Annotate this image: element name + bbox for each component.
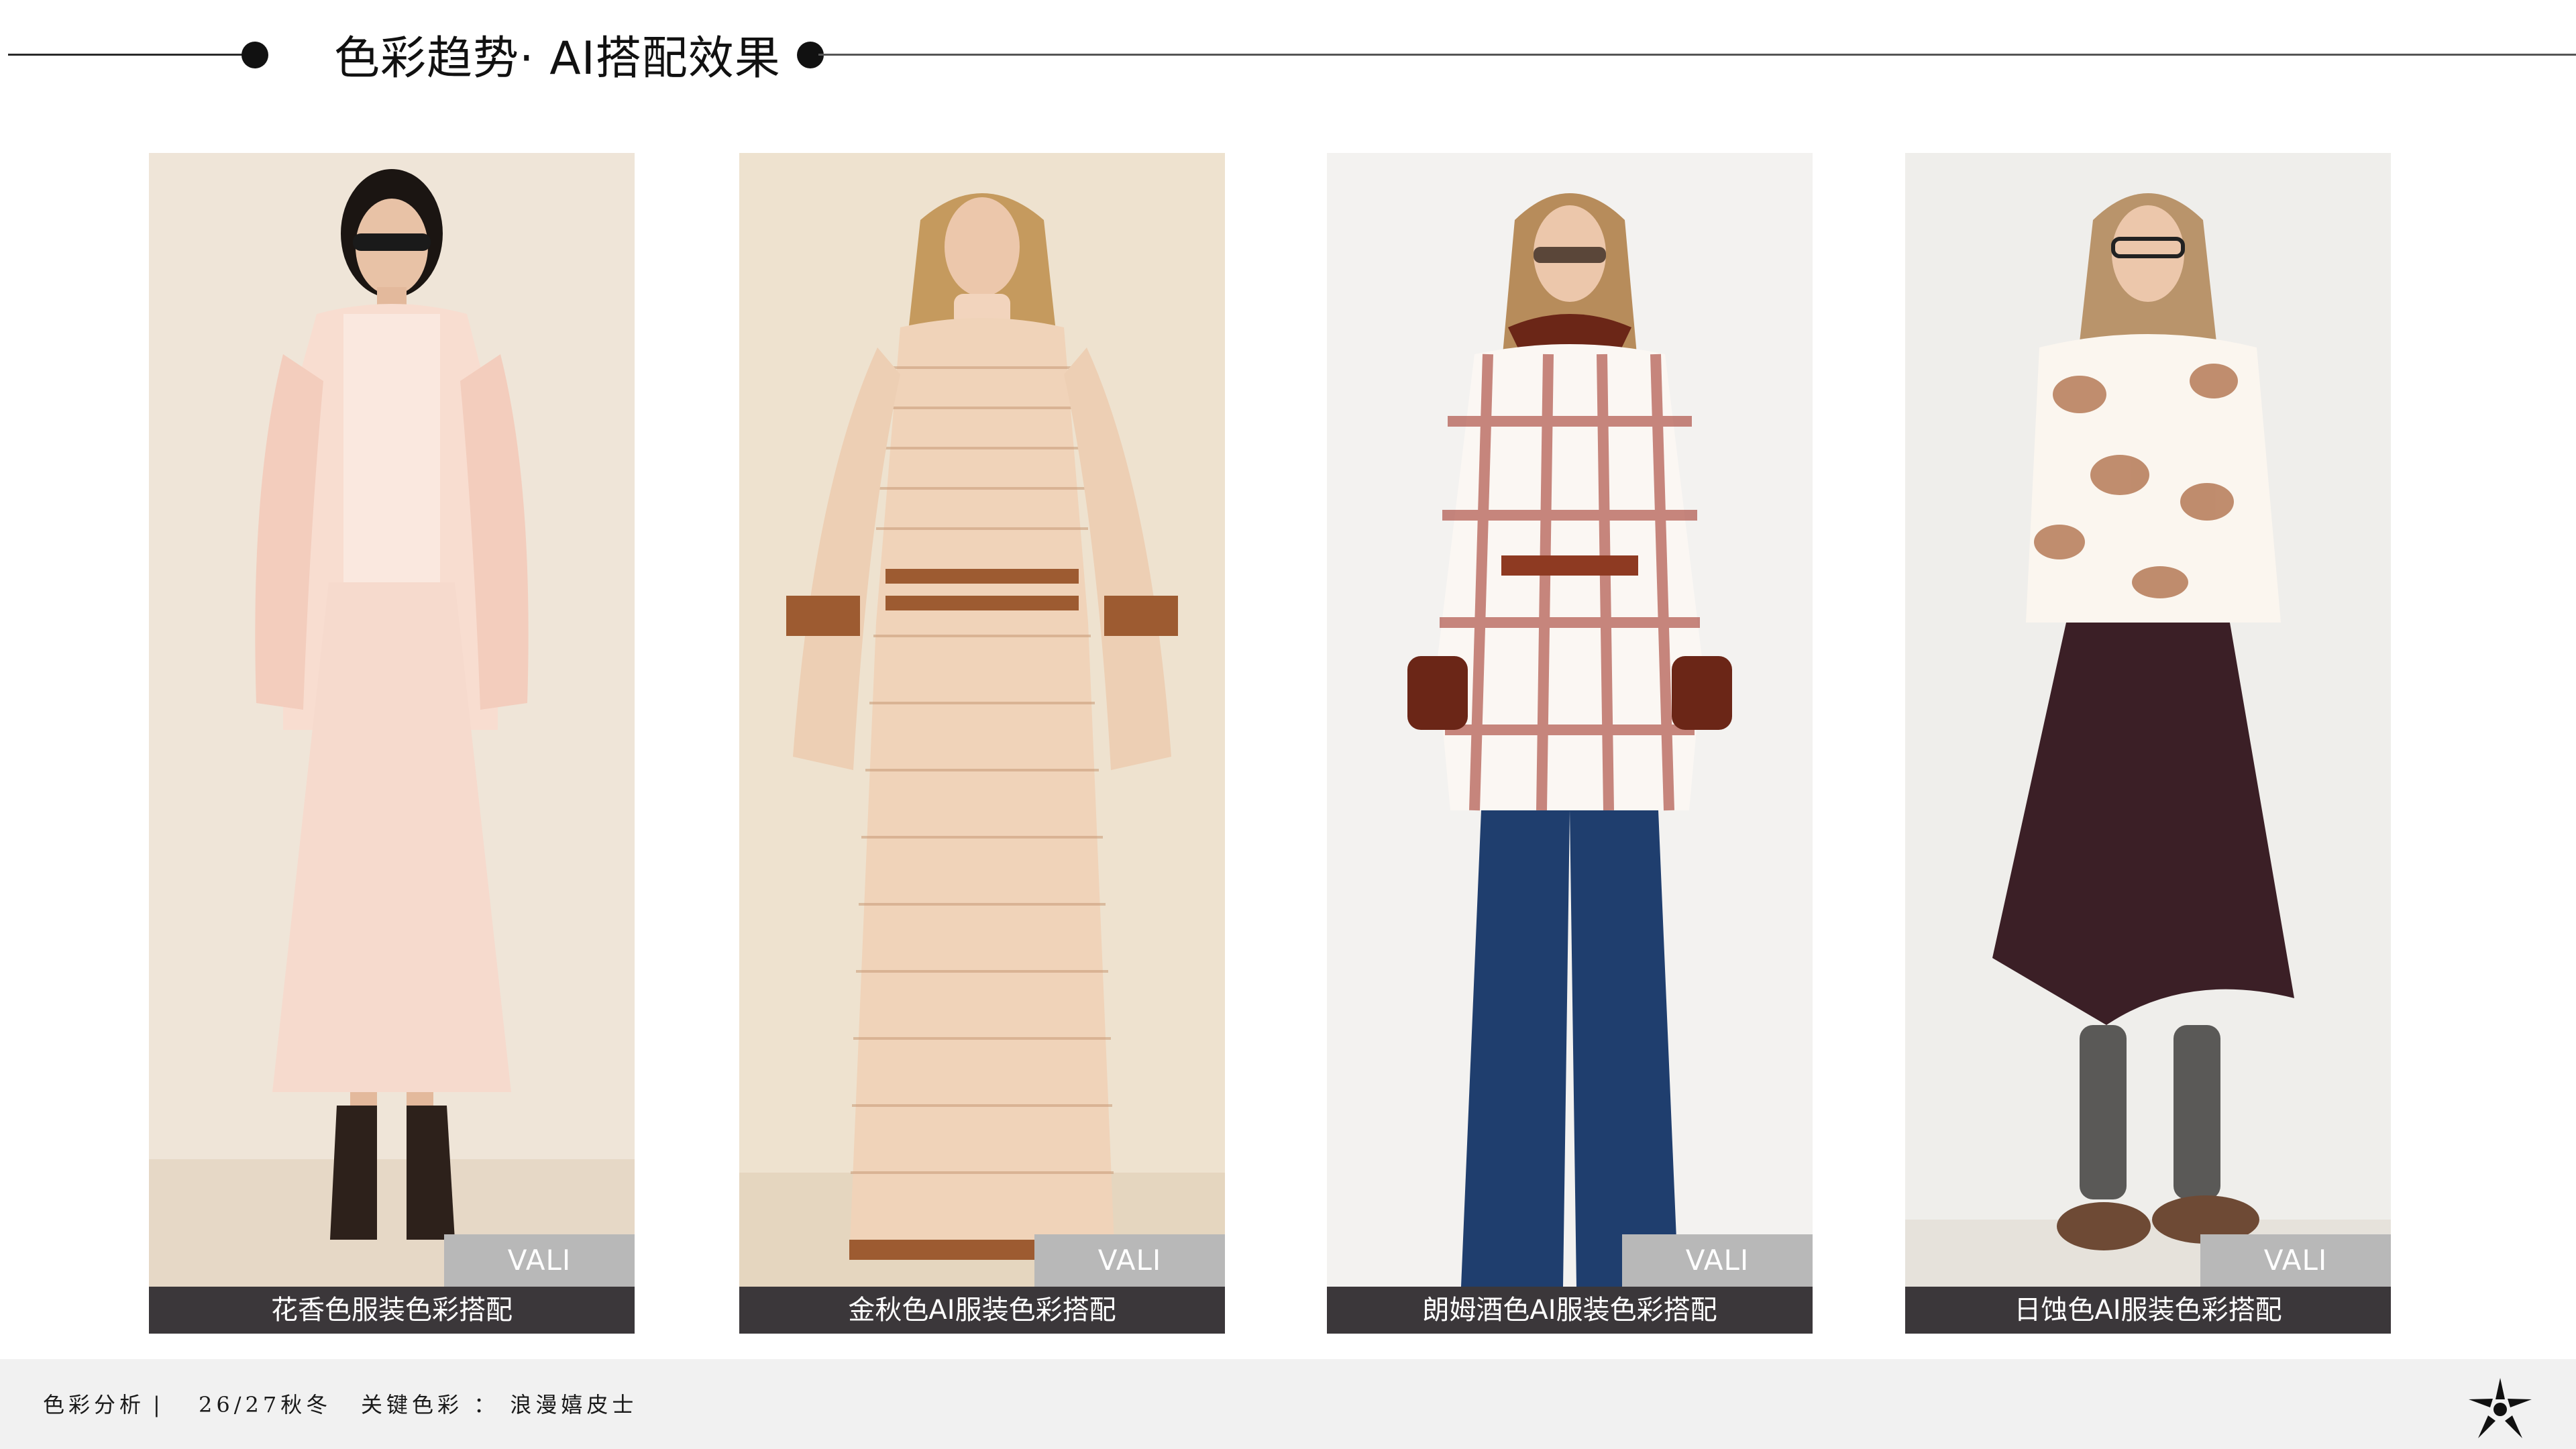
page-title: 色彩趋势· AI搭配效果 xyxy=(334,32,781,85)
outfit-photo-rum xyxy=(1327,153,1813,1287)
brand-badge: VALI xyxy=(2200,1234,2391,1287)
card-caption: 日蚀色AI服装色彩搭配 xyxy=(1905,1287,2391,1334)
footer-bar: 色彩分析 | 26/27秋冬 关键色彩 ： 浪漫嬉皮士 xyxy=(0,1359,2576,1449)
model-illustration-floral xyxy=(149,153,635,1287)
card-caption: 花香色服装色彩搭配 xyxy=(149,1287,635,1334)
footer-season: 26/27秋冬 xyxy=(199,1392,332,1417)
footer-keyword: 关键色彩 ： 浪漫嬉皮士 xyxy=(361,1392,638,1417)
card-caption: 朗姆酒色AI服装色彩搭配 xyxy=(1327,1287,1813,1334)
card-caption: 金秋色AI服装色彩搭配 xyxy=(739,1287,1225,1334)
model-illustration-rum xyxy=(1327,153,1813,1287)
header-dot-left xyxy=(241,42,268,68)
brand-badge: VALI xyxy=(1034,1234,1225,1287)
header-rule-right xyxy=(818,54,2576,56)
model-illustration-eclipse xyxy=(1905,153,2391,1287)
footer-section: 色彩分析 xyxy=(43,1392,146,1417)
outfit-card-eclipse[interactable]: VALI 日蚀色AI服装色彩搭配 xyxy=(1905,153,2391,1334)
outfit-card-golden-autumn[interactable]: VALI 金秋色AI服装色彩搭配 xyxy=(739,153,1225,1334)
starburst-logo-icon xyxy=(2469,1378,2532,1438)
outfit-card-rum[interactable]: VALI 朗姆酒色AI服装色彩搭配 xyxy=(1327,153,1813,1334)
outfit-photo-eclipse xyxy=(1905,153,2391,1287)
footer-separator: | xyxy=(153,1392,164,1417)
brand-badge: VALI xyxy=(1622,1234,1813,1287)
outfit-photo-golden-autumn xyxy=(739,153,1225,1287)
outfit-card-floral[interactable]: VALI 花香色服装色彩搭配 xyxy=(149,153,635,1334)
outfit-photo-floral xyxy=(149,153,635,1287)
header-rule-left xyxy=(8,54,256,56)
model-illustration-golden-autumn xyxy=(739,153,1225,1287)
brand-badge: VALI xyxy=(444,1234,635,1287)
slide: 色彩趋势· AI搭配效果 VALI 花香色服装色彩搭配 VALI 金秋色AI服装… xyxy=(0,0,2576,1449)
